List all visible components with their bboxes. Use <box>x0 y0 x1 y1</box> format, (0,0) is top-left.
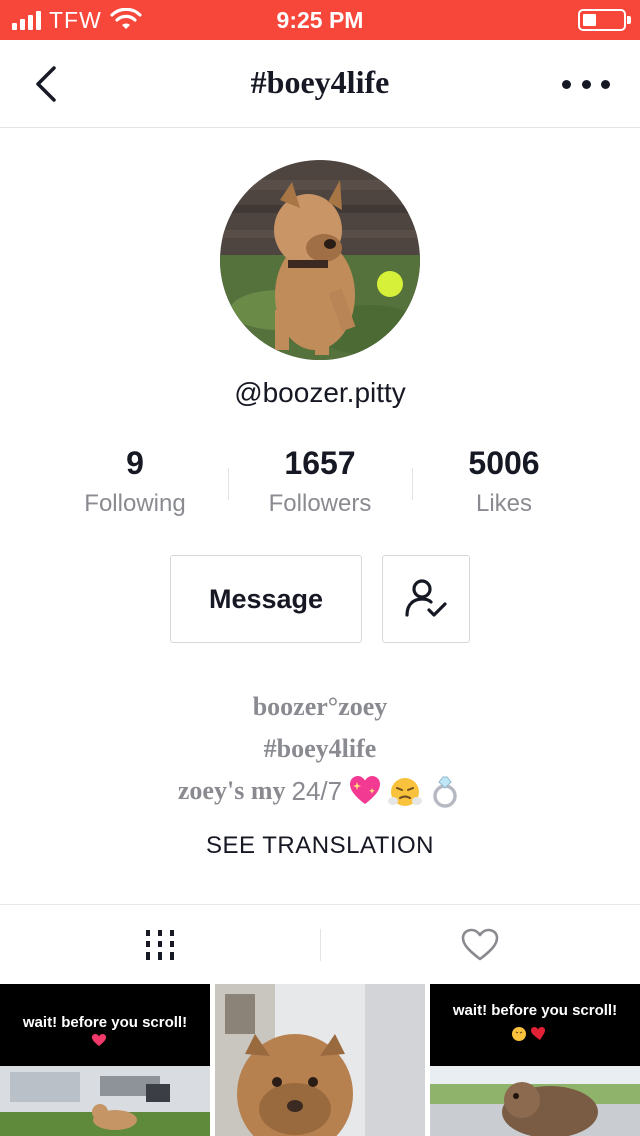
likes-label: Likes <box>475 490 533 517</box>
tab-videos[interactable] <box>0 905 320 985</box>
bio-line-1: boozer°zoey <box>252 692 388 721</box>
avatar[interactable] <box>220 160 420 360</box>
video-thumbnail[interactable] <box>215 984 425 1136</box>
grid-icon <box>146 930 174 960</box>
following-status-button[interactable] <box>382 555 470 643</box>
video-caption: wait! before you scroll! <box>452 1002 618 1019</box>
bio-line-3-text: zoey's my <box>177 776 286 805</box>
nav-bar: #boey4life <box>0 40 640 128</box>
user-check-icon <box>405 579 447 617</box>
video-caption: wait! before you scroll! <box>22 1014 188 1031</box>
sparkling-heart-icon <box>350 776 381 804</box>
message-button[interactable]: Message <box>170 555 362 643</box>
status-time: 9:25 PM <box>276 7 364 33</box>
username: @boozer.pitty <box>234 377 406 408</box>
followers-count: 1657 <box>284 445 356 481</box>
stat-followers[interactable]: 1657 Followers <box>230 444 410 518</box>
following-label: Following <box>84 490 186 517</box>
tab-liked[interactable] <box>320 905 640 985</box>
video-thumbnail-image <box>215 984 425 1136</box>
ring-icon <box>433 776 457 808</box>
bio-line-3-number: 24/7 <box>291 775 343 806</box>
following-count: 9 <box>126 445 144 481</box>
battery-icon <box>578 9 631 31</box>
heart-outline-icon <box>461 928 499 961</box>
bio-line-3: zoey's my 24/7 <box>0 774 640 808</box>
stat-likes: 5006 Likes <box>414 444 594 518</box>
video-thumbnail-image <box>0 984 210 1136</box>
stat-following[interactable]: 9 Following <box>45 444 225 518</box>
stat-divider <box>412 468 413 500</box>
more-options-icon[interactable] <box>562 70 610 98</box>
status-bar: TFW 9:25 PM <box>0 0 640 40</box>
likes-count: 5006 <box>468 445 540 481</box>
video-thumbnail[interactable]: wait! before you scroll! <box>430 984 640 1136</box>
stat-divider <box>228 468 229 500</box>
bio-line-2: #boey4life <box>263 734 377 763</box>
page-title: #boey4life <box>250 64 390 100</box>
content-tabs <box>0 904 640 984</box>
video-thumbnail[interactable]: wait! before you scroll! <box>0 984 210 1136</box>
see-translation-link[interactable]: SEE TRANSLATION <box>0 832 640 860</box>
steam-face-icon <box>388 778 423 806</box>
followers-label: Followers <box>268 490 372 517</box>
avatar-image <box>220 160 420 360</box>
